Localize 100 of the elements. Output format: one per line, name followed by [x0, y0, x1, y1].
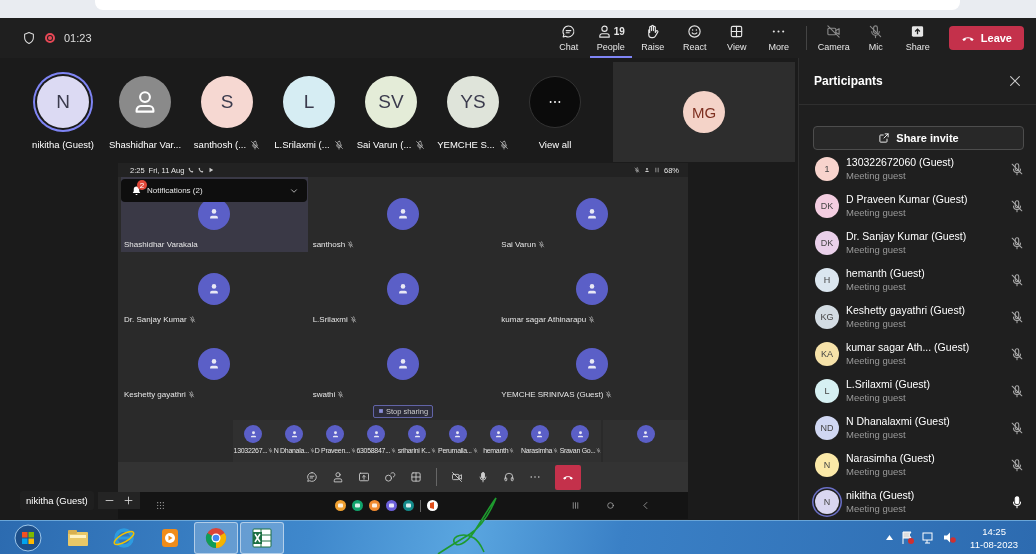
- chat-icon: [305, 471, 318, 483]
- participant-name: kumar sagar Athinarapu: [501, 315, 587, 324]
- participant-name: Shashidhar Varakala: [124, 240, 198, 249]
- start-button[interactable]: [14, 523, 42, 552]
- grid-icon: [409, 471, 422, 483]
- office-app-icon[interactable]: [427, 500, 438, 511]
- share-screen-icon: [357, 471, 370, 483]
- avatar: ND: [815, 415, 839, 440]
- participant-role: Meeting guest: [846, 503, 907, 514]
- close-button[interactable]: [1008, 74, 1022, 88]
- toolbar-button[interactable]: View: [715, 18, 758, 58]
- participant-role: Meeting guest: [846, 244, 907, 255]
- spreadsheet-icon: [250, 525, 274, 550]
- smiley-icon: [687, 24, 703, 39]
- notification-bar[interactable]: 2 Notifications (2): [121, 179, 307, 202]
- camera-off-icon: [450, 471, 463, 483]
- reactions-icon: [383, 471, 396, 483]
- participant-name: Narasimha (Guest): [846, 452, 936, 464]
- taskbar-button[interactable]: [194, 521, 238, 554]
- leave-button[interactable]: Leave: [948, 26, 1024, 50]
- toolbar-button[interactable]: Share: [896, 18, 939, 58]
- chrome-icon: [204, 525, 228, 550]
- toolbar-button[interactable]: More: [757, 18, 800, 58]
- grid-icon: [729, 24, 745, 39]
- avatar: KA: [815, 341, 839, 366]
- people-icon: [596, 24, 612, 39]
- taskbar-button[interactable]: [240, 521, 284, 554]
- participant-name: Sai Varun (...: [356, 139, 412, 150]
- app-grid-icon: [156, 501, 165, 510]
- mute-icon: [634, 167, 640, 173]
- clock-time: 14:25: [982, 525, 1006, 537]
- view-all-link[interactable]: View all: [538, 139, 572, 150]
- clock-date: 11-08-2023: [970, 538, 1018, 550]
- person-icon: [453, 429, 463, 439]
- notification-badge: 2: [137, 180, 147, 190]
- mic-off-icon: [868, 24, 884, 39]
- avatar: KG: [815, 304, 839, 329]
- person-icon: [641, 429, 650, 439]
- avatar: DK: [815, 230, 839, 255]
- avatar: 1: [815, 156, 839, 181]
- tray-arrow-icon[interactable]: [886, 535, 894, 540]
- camera-off-icon: [826, 24, 842, 39]
- participant-name: L.Srilaxmi (Guest): [846, 378, 931, 390]
- avatar: SV: [365, 76, 417, 128]
- toolbar-button[interactable]: Chat: [547, 18, 590, 58]
- share-invite-button[interactable]: Share invite: [813, 126, 1024, 150]
- participant-name: nikitha (Guest): [846, 489, 916, 501]
- person-icon: [330, 429, 340, 439]
- share-icon: [878, 132, 891, 144]
- participant-name: Dr. Sanjay Kumar (Guest): [846, 230, 968, 242]
- person-icon: [371, 429, 381, 439]
- participant-name: hemanth (Guest): [846, 267, 926, 279]
- back-icon: [641, 501, 650, 510]
- people-button[interactable]: 19 People: [589, 18, 632, 58]
- participant-name: kumar sagar Ath... (Guest): [846, 341, 971, 353]
- participant-name: Dr. Sanjay Kumar: [124, 315, 187, 324]
- toolbar-button[interactable]: React: [673, 18, 716, 58]
- participant-name: L.Srilaxmi: [312, 315, 348, 324]
- network-icon[interactable]: [922, 531, 936, 544]
- person-icon: [289, 429, 299, 439]
- files-app-icon[interactable]: [335, 500, 346, 511]
- participant-name: Shashidhar Var...: [108, 139, 182, 150]
- mic-icon: [476, 471, 489, 483]
- person-icon: [396, 207, 410, 221]
- hand-icon: [645, 24, 661, 39]
- play-icon: [208, 167, 215, 173]
- volume-muted-icon[interactable]: [943, 531, 957, 544]
- avatar: S: [201, 76, 253, 128]
- participant-name: nikitha (Guest): [32, 139, 94, 150]
- person-icon: [575, 429, 585, 439]
- phone-app-icon[interactable]: [352, 500, 363, 511]
- person-icon: [535, 429, 545, 439]
- home-icon: [606, 501, 615, 510]
- plus-icon: [122, 495, 134, 506]
- contacts-app-icon[interactable]: [369, 500, 380, 511]
- clock[interactable]: 14:25 11-08-2023: [970, 525, 1018, 550]
- avatar: DK: [815, 193, 839, 218]
- person-icon: [396, 357, 410, 371]
- avatar: L: [283, 76, 335, 128]
- participant-name: Sai Varun: [501, 240, 536, 249]
- headset-icon: [502, 471, 515, 483]
- share-icon: [910, 24, 926, 39]
- calendar-app-icon[interactable]: [403, 500, 414, 511]
- toolbar-button[interactable]: Raise: [631, 18, 674, 58]
- self-name-label: nikitha (Guest): [20, 491, 94, 510]
- meeting-timer: 01:23: [64, 32, 92, 44]
- person-icon: [412, 429, 422, 439]
- zoom-in-button[interactable]: [122, 495, 134, 506]
- participant-name: N Dhanalaxmi (Guest): [846, 415, 951, 427]
- participant-role: Meeting guest: [846, 281, 907, 292]
- participant-name: santhosh (...: [193, 139, 247, 150]
- globe-icon: [112, 525, 136, 550]
- participant-name: YEMCHE S...: [437, 139, 495, 150]
- participant-name: Keshetty gayathri (Guest): [846, 304, 967, 316]
- participant-name: santhosh: [312, 240, 346, 249]
- flag-icon[interactable]: [901, 531, 915, 544]
- browser-app-icon[interactable]: [386, 500, 397, 511]
- person-icon: [494, 429, 504, 439]
- panel-title: Participants: [814, 74, 884, 88]
- stop-icon: [377, 408, 384, 414]
